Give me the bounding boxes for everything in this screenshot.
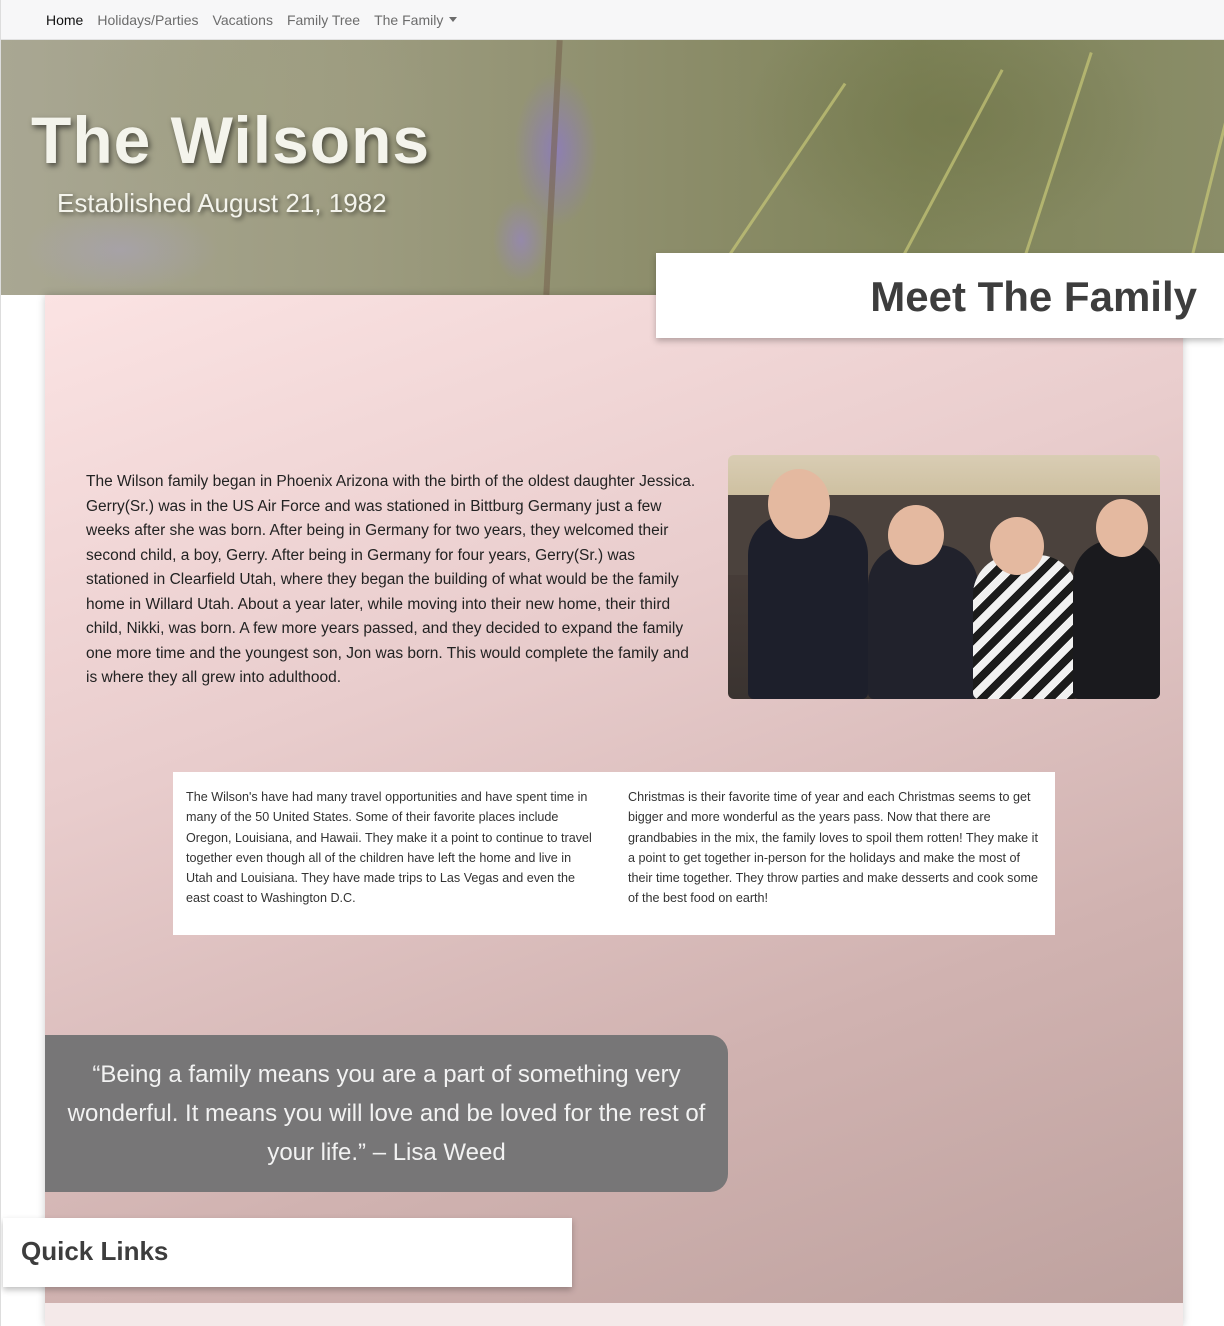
info-card: The Wilson's have had many travel opport… bbox=[173, 772, 1055, 935]
meet-the-family-heading: Meet The Family bbox=[870, 273, 1197, 320]
page: Home Holidays/Parties Vacations Family T… bbox=[0, 0, 1224, 1326]
caret-down-icon bbox=[449, 17, 458, 22]
photo-head bbox=[768, 469, 830, 539]
nav-home[interactable]: Home bbox=[46, 12, 83, 28]
photo-person bbox=[1073, 540, 1160, 699]
christmas-paragraph: Christmas is their favorite time of year… bbox=[628, 790, 1038, 906]
quick-links-heading: Quick Links bbox=[21, 1236, 169, 1266]
site-subtitle: Established August 21, 1982 bbox=[57, 188, 387, 218]
family-quote-text: “Being a family means you are a part of … bbox=[67, 1061, 706, 1166]
nav-the-family-label: The Family bbox=[374, 11, 444, 28]
hero-flower-stalk bbox=[543, 40, 563, 295]
photo-person bbox=[748, 515, 868, 699]
photo-person bbox=[973, 555, 1078, 699]
nav-holidays-parties[interactable]: Holidays/Parties bbox=[97, 12, 198, 28]
nav-vacations[interactable]: Vacations bbox=[213, 12, 273, 28]
family-intro-text: The Wilson family began in Phoenix Arizo… bbox=[86, 473, 696, 686]
footer-strip bbox=[45, 1303, 1183, 1326]
photo-person bbox=[868, 545, 978, 699]
family-quote-box: “Being a family means you are a part of … bbox=[45, 1035, 728, 1192]
meet-the-family-box: Meet The Family bbox=[656, 253, 1224, 338]
navbar: Home Holidays/Parties Vacations Family T… bbox=[1, 0, 1224, 40]
nav-family-tree[interactable]: Family Tree bbox=[287, 12, 360, 28]
photo-head bbox=[1096, 499, 1148, 557]
site-title: The Wilsons bbox=[31, 103, 431, 177]
travel-paragraph: The Wilson's have had many travel opport… bbox=[186, 790, 592, 906]
quick-links-box: Quick Links bbox=[3, 1218, 572, 1287]
photo-head bbox=[990, 517, 1044, 575]
nav-the-family-dropdown[interactable]: The Family bbox=[374, 11, 458, 28]
photo-head bbox=[888, 505, 944, 565]
family-photo bbox=[728, 455, 1160, 699]
